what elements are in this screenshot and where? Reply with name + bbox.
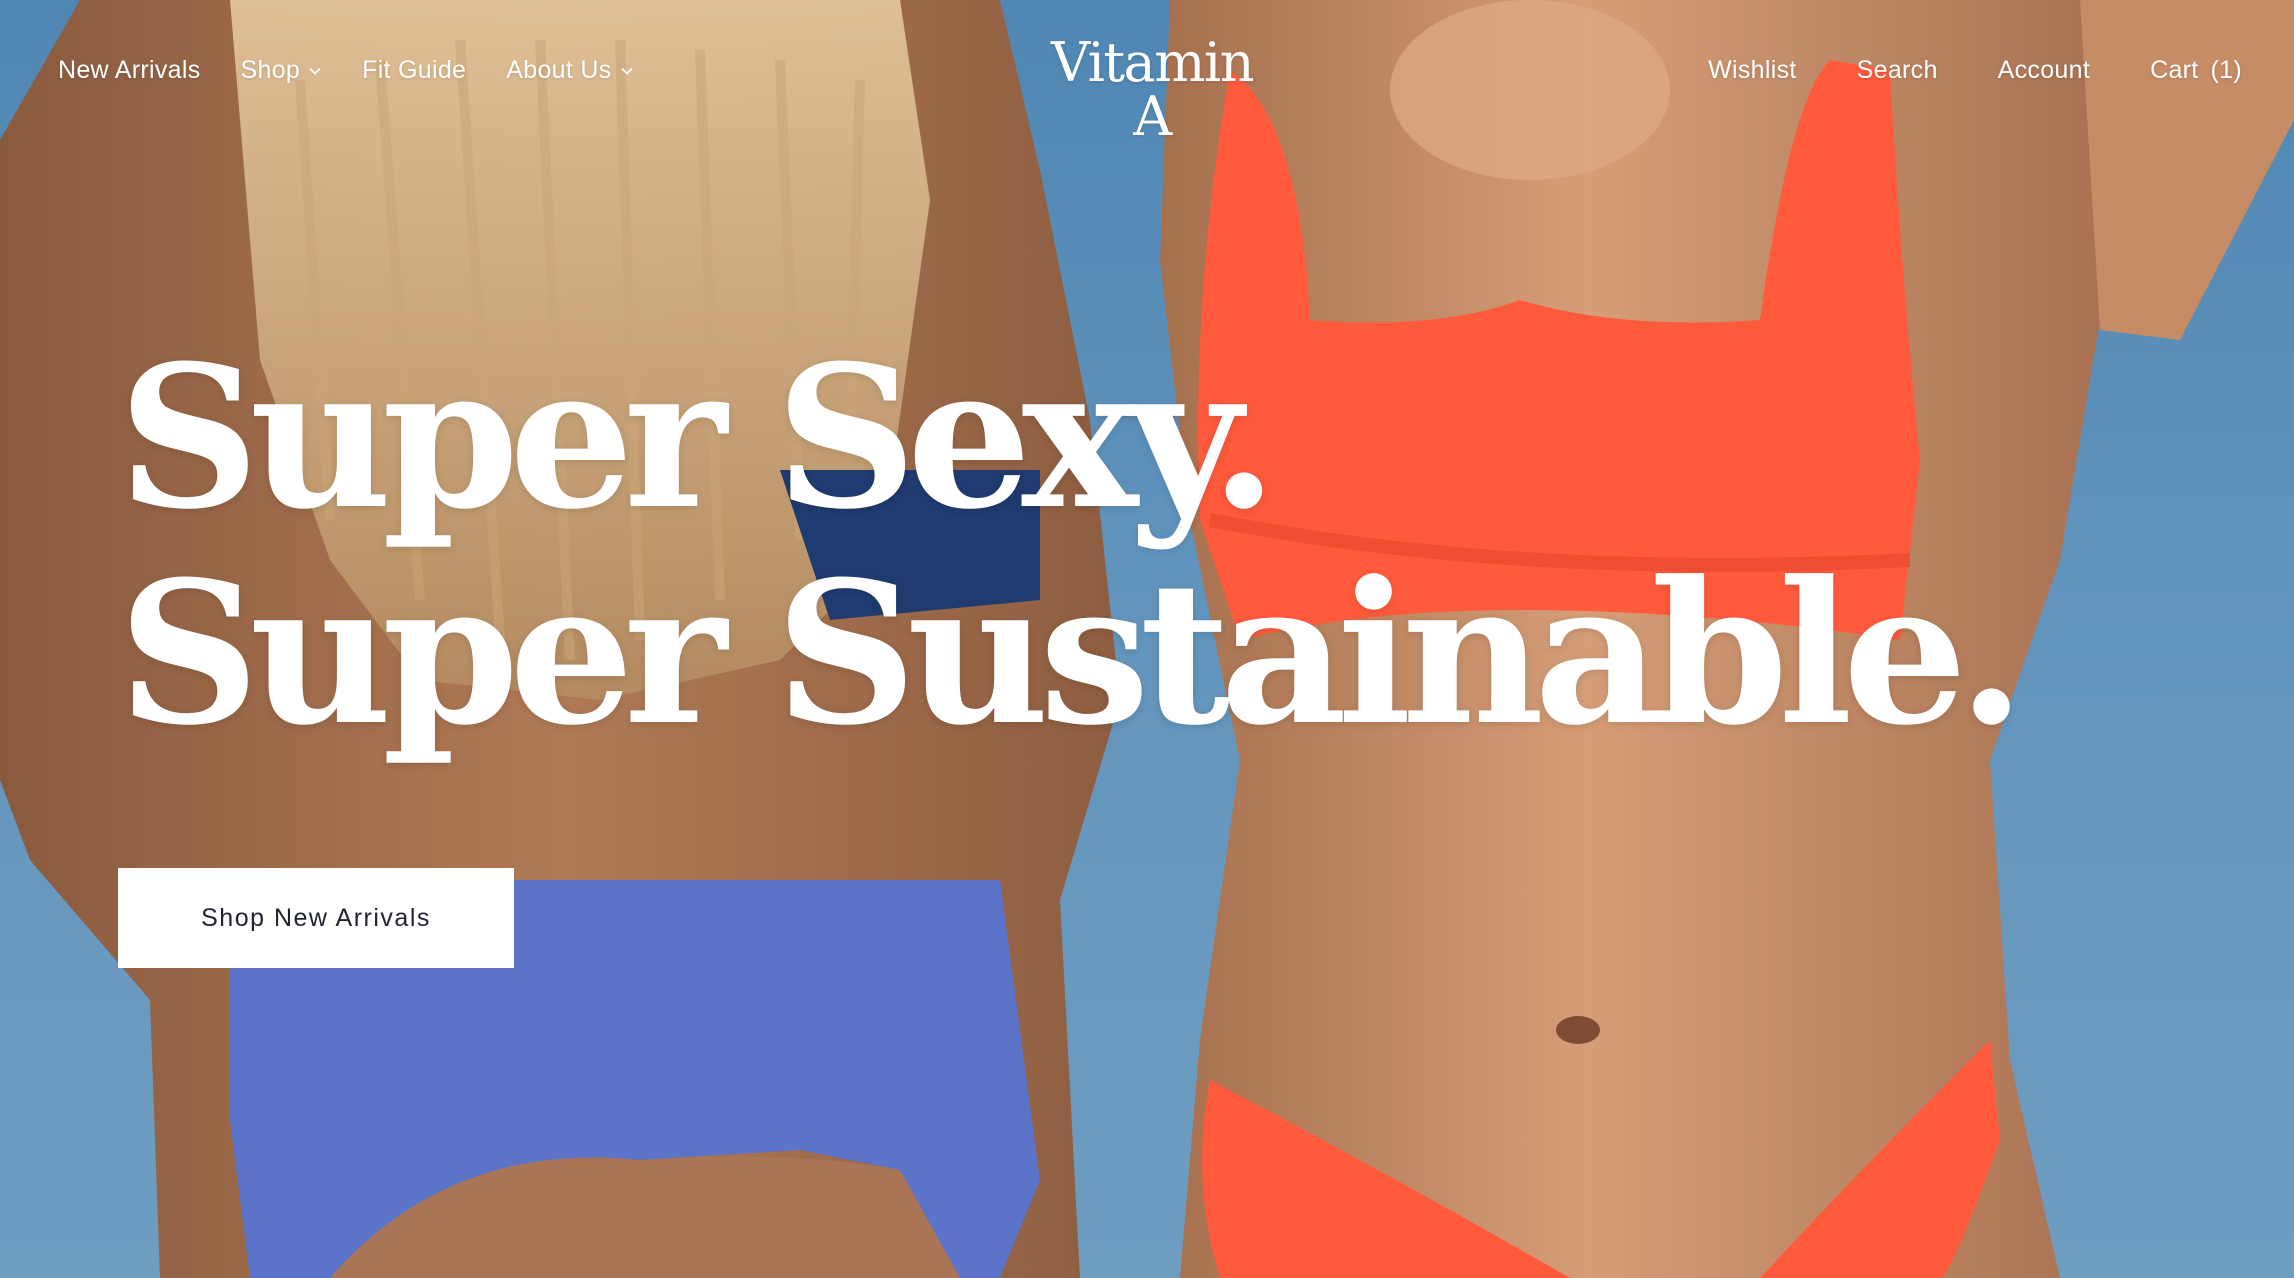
- primary-nav: New Arrivals Shop Fit Guide About Us: [58, 56, 634, 85]
- nav-new-arrivals-label: New Arrivals: [58, 56, 201, 84]
- hero-headline-line-1: Super Sexy.: [118, 323, 1278, 553]
- page: New Arrivals Shop Fit Guide About Us Vit…: [0, 0, 2294, 1278]
- account-label: Account: [1997, 56, 2091, 84]
- shop-new-arrivals-button[interactable]: Shop New Arrivals: [118, 868, 514, 968]
- account-link[interactable]: Account: [1998, 56, 2090, 85]
- nav-about-us[interactable]: About Us: [506, 56, 633, 85]
- nav-new-arrivals[interactable]: New Arrivals: [58, 56, 201, 85]
- search-link[interactable]: Search: [1857, 56, 1938, 85]
- site-header: New Arrivals Shop Fit Guide About Us Vit…: [0, 0, 2294, 150]
- site-logo[interactable]: Vitamin A: [1030, 36, 1274, 144]
- nav-fit-guide-label: Fit Guide: [362, 56, 467, 84]
- cart-link[interactable]: Cart (1): [2150, 56, 2242, 85]
- logo-text: Vitamin A: [1051, 31, 1254, 148]
- nav-shop-label: Shop: [240, 56, 301, 84]
- chevron-down-icon: [620, 67, 633, 75]
- cart-label: Cart: [2150, 56, 2199, 84]
- wishlist-link[interactable]: Wishlist: [1708, 56, 1797, 85]
- hero-headline: Super Sexy. Super Sustainable.: [118, 323, 2026, 769]
- nav-about-us-label: About Us: [506, 56, 612, 84]
- utility-nav: Wishlist Search Account Cart (1): [1708, 56, 2242, 85]
- shop-new-arrivals-label: Shop New Arrivals: [201, 903, 431, 932]
- nav-fit-guide[interactable]: Fit Guide: [362, 56, 466, 85]
- cart-count-badge: (1): [2210, 56, 2242, 84]
- nav-shop[interactable]: Shop: [241, 56, 323, 85]
- wishlist-label: Wishlist: [1708, 56, 1797, 84]
- hero-headline-line-2: Super Sustainable.: [118, 539, 2026, 769]
- search-label: Search: [1856, 56, 1938, 84]
- chevron-down-icon: [309, 67, 321, 75]
